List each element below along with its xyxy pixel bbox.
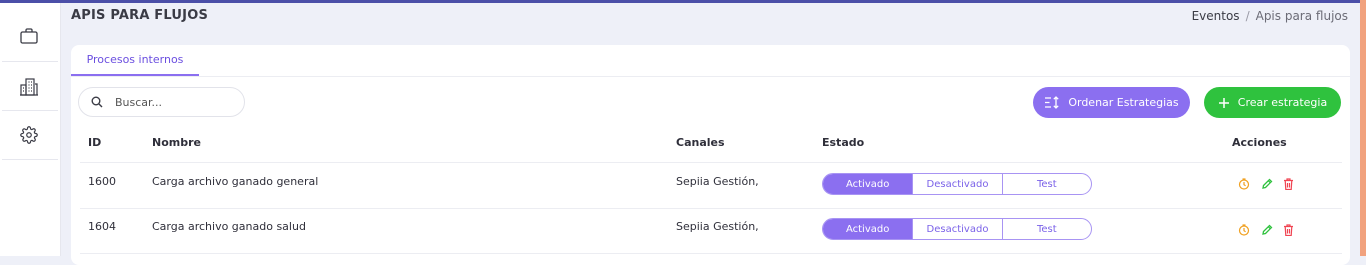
history-icon[interactable] bbox=[1238, 223, 1250, 237]
column-header-canales: Canales bbox=[676, 136, 725, 149]
cell-channels: Sepiia Gestión, bbox=[676, 220, 759, 233]
row-divider bbox=[80, 208, 1342, 209]
sidebar-item-settings[interactable] bbox=[0, 111, 58, 159]
edit-icon[interactable] bbox=[1261, 177, 1273, 191]
create-strategy-label: Crear estrategia bbox=[1237, 96, 1328, 109]
right-edge-bar bbox=[1360, 0, 1366, 256]
sort-icon bbox=[1045, 96, 1059, 109]
status-option-test[interactable]: Test bbox=[1001, 174, 1091, 194]
building-icon bbox=[20, 78, 38, 96]
status-toggle: Activado Desactivado Test bbox=[822, 218, 1092, 240]
sidebar-item-building[interactable] bbox=[0, 62, 58, 110]
status-option-desactivado[interactable]: Desactivado bbox=[912, 219, 1001, 239]
tab-bar: Procesos internos bbox=[71, 45, 1350, 77]
plus-icon bbox=[1218, 97, 1229, 108]
column-header-acciones: Acciones bbox=[1232, 136, 1287, 149]
order-strategies-label: Ordenar Estrategias bbox=[1068, 96, 1179, 109]
order-strategies-button[interactable]: Ordenar Estrategias bbox=[1033, 87, 1190, 118]
search-icon bbox=[91, 96, 103, 108]
column-header-nombre: Nombre bbox=[152, 136, 201, 149]
sidebar bbox=[0, 3, 61, 256]
status-option-desactivado[interactable]: Desactivado bbox=[912, 174, 1001, 194]
status-option-activado[interactable]: Activado bbox=[823, 174, 913, 194]
cell-id: 1604 bbox=[88, 220, 116, 233]
row-divider bbox=[80, 162, 1342, 163]
cell-channels: Sepiia Gestión, bbox=[676, 175, 759, 188]
tab-procesos-internos[interactable]: Procesos internos bbox=[71, 45, 199, 76]
breadcrumb-separator: / bbox=[1245, 9, 1250, 23]
delete-icon[interactable] bbox=[1282, 223, 1294, 237]
content-card: Procesos internos Ordenar Estrategias Cr… bbox=[71, 45, 1350, 265]
status-option-test[interactable]: Test bbox=[1001, 219, 1091, 239]
sidebar-item-briefcase[interactable] bbox=[0, 12, 58, 60]
search-box[interactable] bbox=[78, 87, 245, 117]
briefcase-icon bbox=[20, 28, 38, 44]
column-header-id: ID bbox=[88, 136, 102, 149]
cell-id: 1600 bbox=[88, 175, 116, 188]
gear-icon bbox=[20, 126, 38, 144]
column-header-estado: Estado bbox=[822, 136, 865, 149]
create-strategy-button[interactable]: Crear estrategia bbox=[1204, 87, 1341, 118]
search-input[interactable] bbox=[113, 94, 237, 110]
breadcrumb-link-eventos[interactable]: Eventos bbox=[1192, 9, 1240, 23]
row-divider bbox=[80, 253, 1342, 254]
edit-icon[interactable] bbox=[1261, 223, 1273, 237]
status-option-activado[interactable]: Activado bbox=[823, 219, 913, 239]
history-icon[interactable] bbox=[1238, 177, 1250, 191]
sidebar-divider bbox=[2, 159, 58, 160]
cell-name: Carga archivo ganado salud bbox=[152, 220, 306, 233]
delete-icon[interactable] bbox=[1282, 177, 1294, 191]
breadcrumb: Eventos / Apis para flujos bbox=[1192, 9, 1348, 23]
cell-name: Carga archivo ganado general bbox=[152, 175, 319, 188]
status-toggle: Activado Desactivado Test bbox=[822, 173, 1092, 195]
breadcrumb-current: Apis para flujos bbox=[1255, 9, 1348, 23]
page-title: APIS PARA FLUJOS bbox=[71, 8, 209, 23]
top-accent-bar bbox=[0, 0, 1366, 3]
